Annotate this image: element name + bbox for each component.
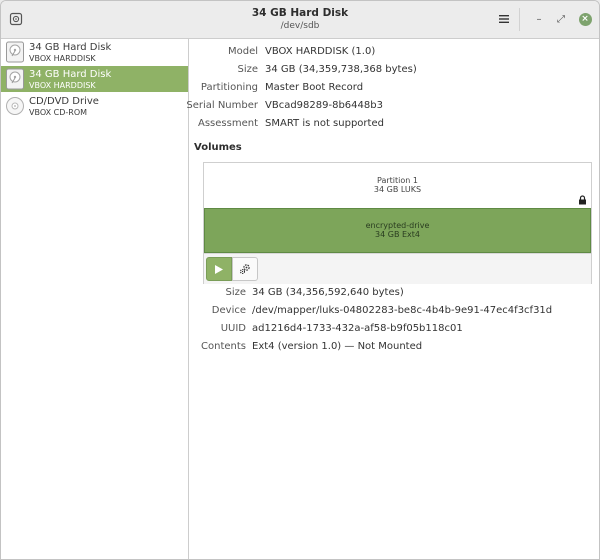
contents-value: Ext4 (version 1.0) — Not Mounted [252, 341, 423, 352]
sidebar-item-cd-dvd-drive[interactable]: CD/DVD Drive VBOX CD-ROM [1, 93, 188, 119]
model-label: Model [227, 46, 258, 57]
device-sidebar: 34 GB Hard Disk VBOX HARDDISK 34 GB Hard… [1, 39, 189, 559]
device-label: Device [211, 305, 246, 316]
sidebar-item-hard-disk-1[interactable]: 34 GB Hard Disk VBOX HARDDISK [1, 39, 188, 65]
volume-name: encrypted-drive [365, 221, 430, 230]
partition-name: Partition 1 [377, 176, 418, 185]
partition-1-block[interactable]: Partition 1 34 GB LUKS [204, 163, 591, 208]
volumes-graphic: Partition 1 34 GB LUKS encrypted-drive 3… [203, 162, 592, 284]
sidebar-item-name: 34 GB Hard Disk [29, 69, 112, 80]
maximize-icon: ⤢ [557, 13, 565, 25]
partitioning-value: Master Boot Record [265, 82, 364, 93]
assessment-label: Assessment [198, 118, 258, 129]
device-value: /dev/mapper/luks-04802283-be8c-4b4b-9e91… [252, 305, 553, 316]
size-value: 34 GB (34,359,738,368 bytes) [265, 64, 417, 75]
volume-toolbar [204, 253, 591, 284]
sidebar-item-model: VBOX HARDDISK [29, 54, 96, 63]
size-label: Size [237, 64, 258, 75]
serial-number-value: VBcad98289-8b6448b3 [265, 100, 383, 111]
model-value: VBOX HARDDISK (1.0) [265, 46, 376, 57]
partitioning-label: Partitioning [200, 82, 258, 93]
sidebar-item-name: CD/DVD Drive [29, 96, 99, 107]
header-separator [519, 8, 520, 31]
mount-button[interactable] [206, 257, 232, 281]
sidebar-item-hard-disk-2[interactable]: 34 GB Hard Disk VBOX HARDDISK [1, 66, 188, 92]
optical-drive-icon [6, 97, 24, 115]
gears-icon [239, 264, 250, 275]
header-bar: 34 GB Hard Disk /dev/sdb – ⤢ × [1, 1, 599, 39]
minimize-button[interactable]: – [531, 11, 547, 27]
volume-size-label: Size [225, 287, 246, 298]
play-icon [215, 264, 223, 274]
volumes-heading: Volumes [194, 142, 242, 153]
sidebar-item-model: VBOX CD-ROM [29, 108, 88, 117]
encrypted-drive-block[interactable]: encrypted-drive 34 GB Ext4 [204, 208, 591, 253]
disks-window: 34 GB Hard Disk /dev/sdb – ⤢ × 34 GB Har… [0, 0, 600, 560]
hard-disk-icon [6, 68, 24, 90]
partition-size: 34 GB LUKS [373, 185, 422, 194]
hamburger-menu-icon [499, 15, 509, 23]
assessment-value: SMART is not supported [265, 118, 384, 129]
volume-size: 34 GB Ext4 [375, 230, 420, 239]
uuid-label: UUID [220, 323, 246, 334]
uuid-value: ad1216d4-1733-432a-af58-b9f05b118c01 [252, 323, 463, 334]
more-actions-button[interactable] [232, 257, 258, 281]
serial-number-label: Serial Number [186, 100, 258, 111]
sidebar-item-model: VBOX HARDDISK [29, 81, 96, 90]
disk-details-panel: Model VBOX HARDDISK (1.0) Size 34 GB (34… [186, 39, 599, 559]
volume-size-value: 34 GB (34,356,592,640 bytes) [252, 287, 404, 298]
close-button[interactable]: × [577, 11, 593, 27]
minimize-icon: – [536, 13, 542, 25]
menu-button[interactable] [495, 10, 513, 28]
maximize-button[interactable]: ⤢ [553, 11, 569, 27]
sidebar-item-name: 34 GB Hard Disk [29, 42, 112, 53]
lock-icon [579, 195, 586, 205]
hard-disk-icon [6, 41, 24, 63]
close-icon: × [578, 12, 592, 26]
contents-label: Contents [201, 341, 246, 352]
